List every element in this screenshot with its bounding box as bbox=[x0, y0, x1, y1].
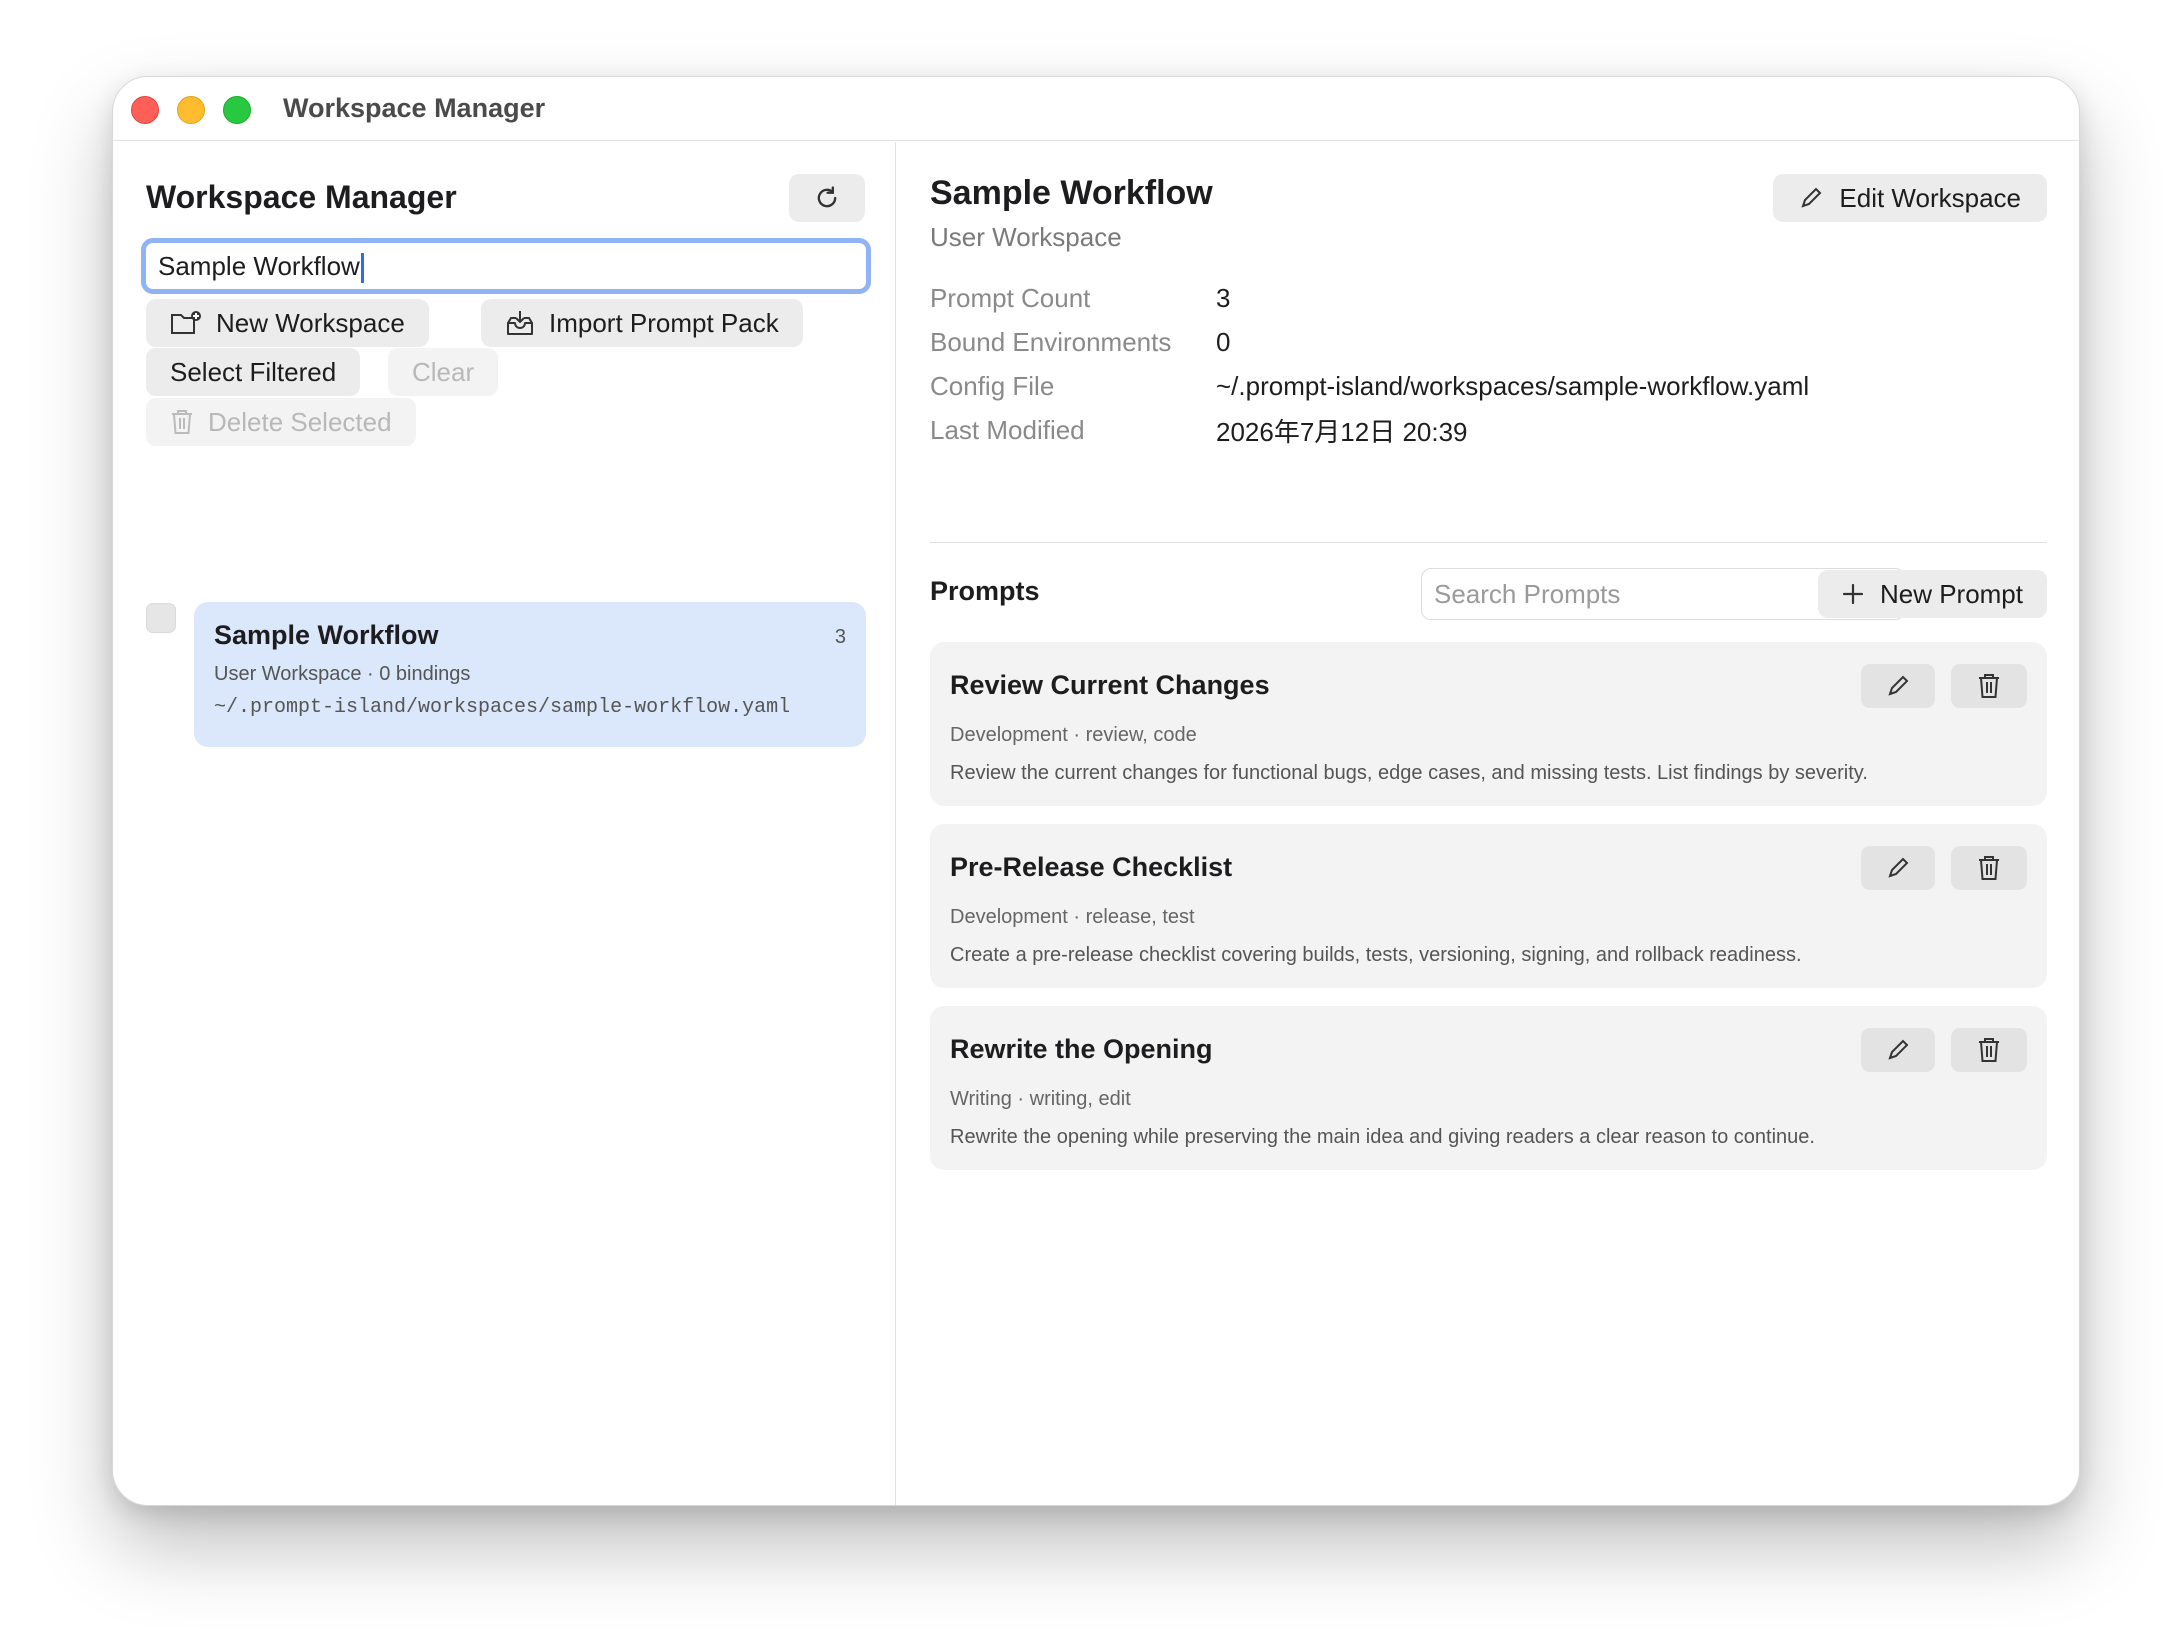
delete-selected-button[interactable]: Delete Selected bbox=[146, 398, 416, 446]
sidebar-title: Workspace Manager bbox=[146, 179, 457, 215]
info-value: 2026年7月12日 20:39 bbox=[1216, 416, 1468, 447]
info-value: ~/.prompt-island/workspaces/sample-workf… bbox=[1216, 370, 1810, 401]
minimize-window-button[interactable] bbox=[177, 96, 205, 124]
new-prompt-button[interactable]: New Prompt bbox=[1817, 570, 2047, 618]
info-label: Last Modified bbox=[930, 414, 1085, 445]
import-prompt-pack-label: Import Prompt Pack bbox=[549, 307, 779, 338]
prompt-card[interactable]: Pre-Release Checklist Development · rele… bbox=[930, 824, 2047, 988]
divider bbox=[930, 542, 2047, 543]
info-value: 0 bbox=[1216, 326, 1231, 357]
pencil-icon bbox=[1801, 187, 1822, 208]
text-caret bbox=[360, 253, 364, 284]
prompt-card[interactable]: Rewrite the Opening Writing · writing, e… bbox=[930, 1006, 2047, 1170]
trash-icon bbox=[1979, 856, 1999, 880]
pencil-icon bbox=[1888, 675, 1909, 696]
prompt-meta: Development · review, code bbox=[950, 724, 1197, 746]
new-workspace-label: New Workspace bbox=[216, 307, 405, 338]
info-row-config-file: Config File ~/.prompt-island/workspaces/… bbox=[930, 364, 1809, 408]
clear-label: Clear bbox=[412, 356, 475, 387]
workspace-search-value: Sample Workflow bbox=[158, 251, 360, 281]
prompt-meta: Writing · writing, edit bbox=[950, 1088, 1131, 1110]
workspace-select-checkbox[interactable] bbox=[146, 603, 176, 633]
trash-icon bbox=[1979, 1038, 1999, 1062]
info-row-last-modified: Last Modified 2026年7月12日 20:39 bbox=[930, 408, 1809, 452]
prompt-description: Review the current changes for functiona… bbox=[950, 762, 1868, 784]
prompt-card[interactable]: Review Current Changes Development · rev… bbox=[930, 642, 2047, 806]
info-row-bound-environments: Bound Environments 0 bbox=[930, 320, 1809, 364]
workspace-search-input[interactable]: Sample Workflow bbox=[141, 238, 871, 294]
title-bar: Workspace Manager bbox=[113, 77, 2079, 141]
trash-icon bbox=[172, 410, 192, 434]
clear-button[interactable]: Clear bbox=[388, 348, 499, 396]
prompt-meta: Development · release, test bbox=[950, 906, 1195, 928]
info-label: Bound Environments bbox=[930, 326, 1172, 357]
prompt-title: Review Current Changes bbox=[950, 670, 1270, 700]
workspace-prompt-count: 3 bbox=[834, 626, 846, 648]
window-title: Workspace Manager bbox=[283, 93, 546, 123]
prompt-description: Create a pre-release checklist covering … bbox=[950, 944, 1802, 966]
edit-prompt-button[interactable] bbox=[1861, 664, 1935, 708]
import-prompt-pack-button[interactable]: Import Prompt Pack bbox=[481, 299, 803, 347]
app-window: Workspace Manager Workspace Manager Samp… bbox=[112, 76, 2080, 1506]
workspace-name: Sample Workflow bbox=[214, 620, 439, 650]
info-value: 3 bbox=[1216, 282, 1231, 313]
prompt-title: Pre-Release Checklist bbox=[950, 852, 1233, 882]
refresh-icon bbox=[817, 186, 837, 208]
workspace-type: User Workspace bbox=[930, 222, 1122, 252]
workspace-detail: Sample Workflow User Workspace Edit Work… bbox=[897, 142, 2079, 1505]
delete-prompt-button[interactable] bbox=[1951, 664, 2027, 708]
sidebar: Workspace Manager Sample Workflow New Wo… bbox=[113, 142, 896, 1505]
workspace-meta: User Workspace · 0 bindings bbox=[214, 663, 471, 685]
trash-icon bbox=[1979, 674, 1999, 698]
pencil-icon bbox=[1888, 857, 1909, 878]
new-workspace-button[interactable]: New Workspace bbox=[146, 299, 429, 347]
select-filtered-label: Select Filtered bbox=[170, 356, 337, 387]
folder-add-icon bbox=[171, 311, 201, 334]
refresh-button[interactable] bbox=[789, 174, 865, 222]
maximize-window-button[interactable] bbox=[223, 96, 251, 124]
prompt-title: Rewrite the Opening bbox=[950, 1034, 1213, 1064]
plus-icon bbox=[1842, 583, 1864, 605]
close-window-button[interactable] bbox=[131, 96, 159, 124]
edit-workspace-button[interactable]: Edit Workspace bbox=[1773, 174, 2047, 222]
new-prompt-label: New Prompt bbox=[1879, 578, 2023, 609]
edit-prompt-button[interactable] bbox=[1861, 846, 1935, 890]
prompts-heading: Prompts bbox=[930, 576, 1040, 606]
edit-prompt-button[interactable] bbox=[1861, 1028, 1935, 1072]
workspace-info: Prompt Count 3 Bound Environments 0 Conf… bbox=[930, 276, 1809, 452]
delete-selected-label: Delete Selected bbox=[208, 406, 392, 437]
edit-workspace-label: Edit Workspace bbox=[1839, 182, 2021, 213]
workspace-path: ~/.prompt-island/workspaces/sample-workf… bbox=[214, 696, 791, 719]
import-tray-icon bbox=[507, 311, 533, 335]
info-label: Prompt Count bbox=[930, 282, 1091, 313]
info-row-prompt-count: Prompt Count 3 bbox=[930, 276, 1809, 320]
delete-prompt-button[interactable] bbox=[1951, 1028, 2027, 1072]
select-filtered-button[interactable]: Select Filtered bbox=[146, 348, 361, 396]
info-label: Config File bbox=[930, 370, 1055, 401]
prompt-description: Rewrite the opening while preserving the… bbox=[950, 1126, 1815, 1148]
workspace-title: Sample Workflow bbox=[930, 174, 1213, 212]
pencil-icon bbox=[1888, 1039, 1909, 1060]
delete-prompt-button[interactable] bbox=[1951, 846, 2027, 890]
workspace-list-item[interactable]: Sample Workflow 3 User Workspace · 0 bin… bbox=[194, 602, 866, 747]
